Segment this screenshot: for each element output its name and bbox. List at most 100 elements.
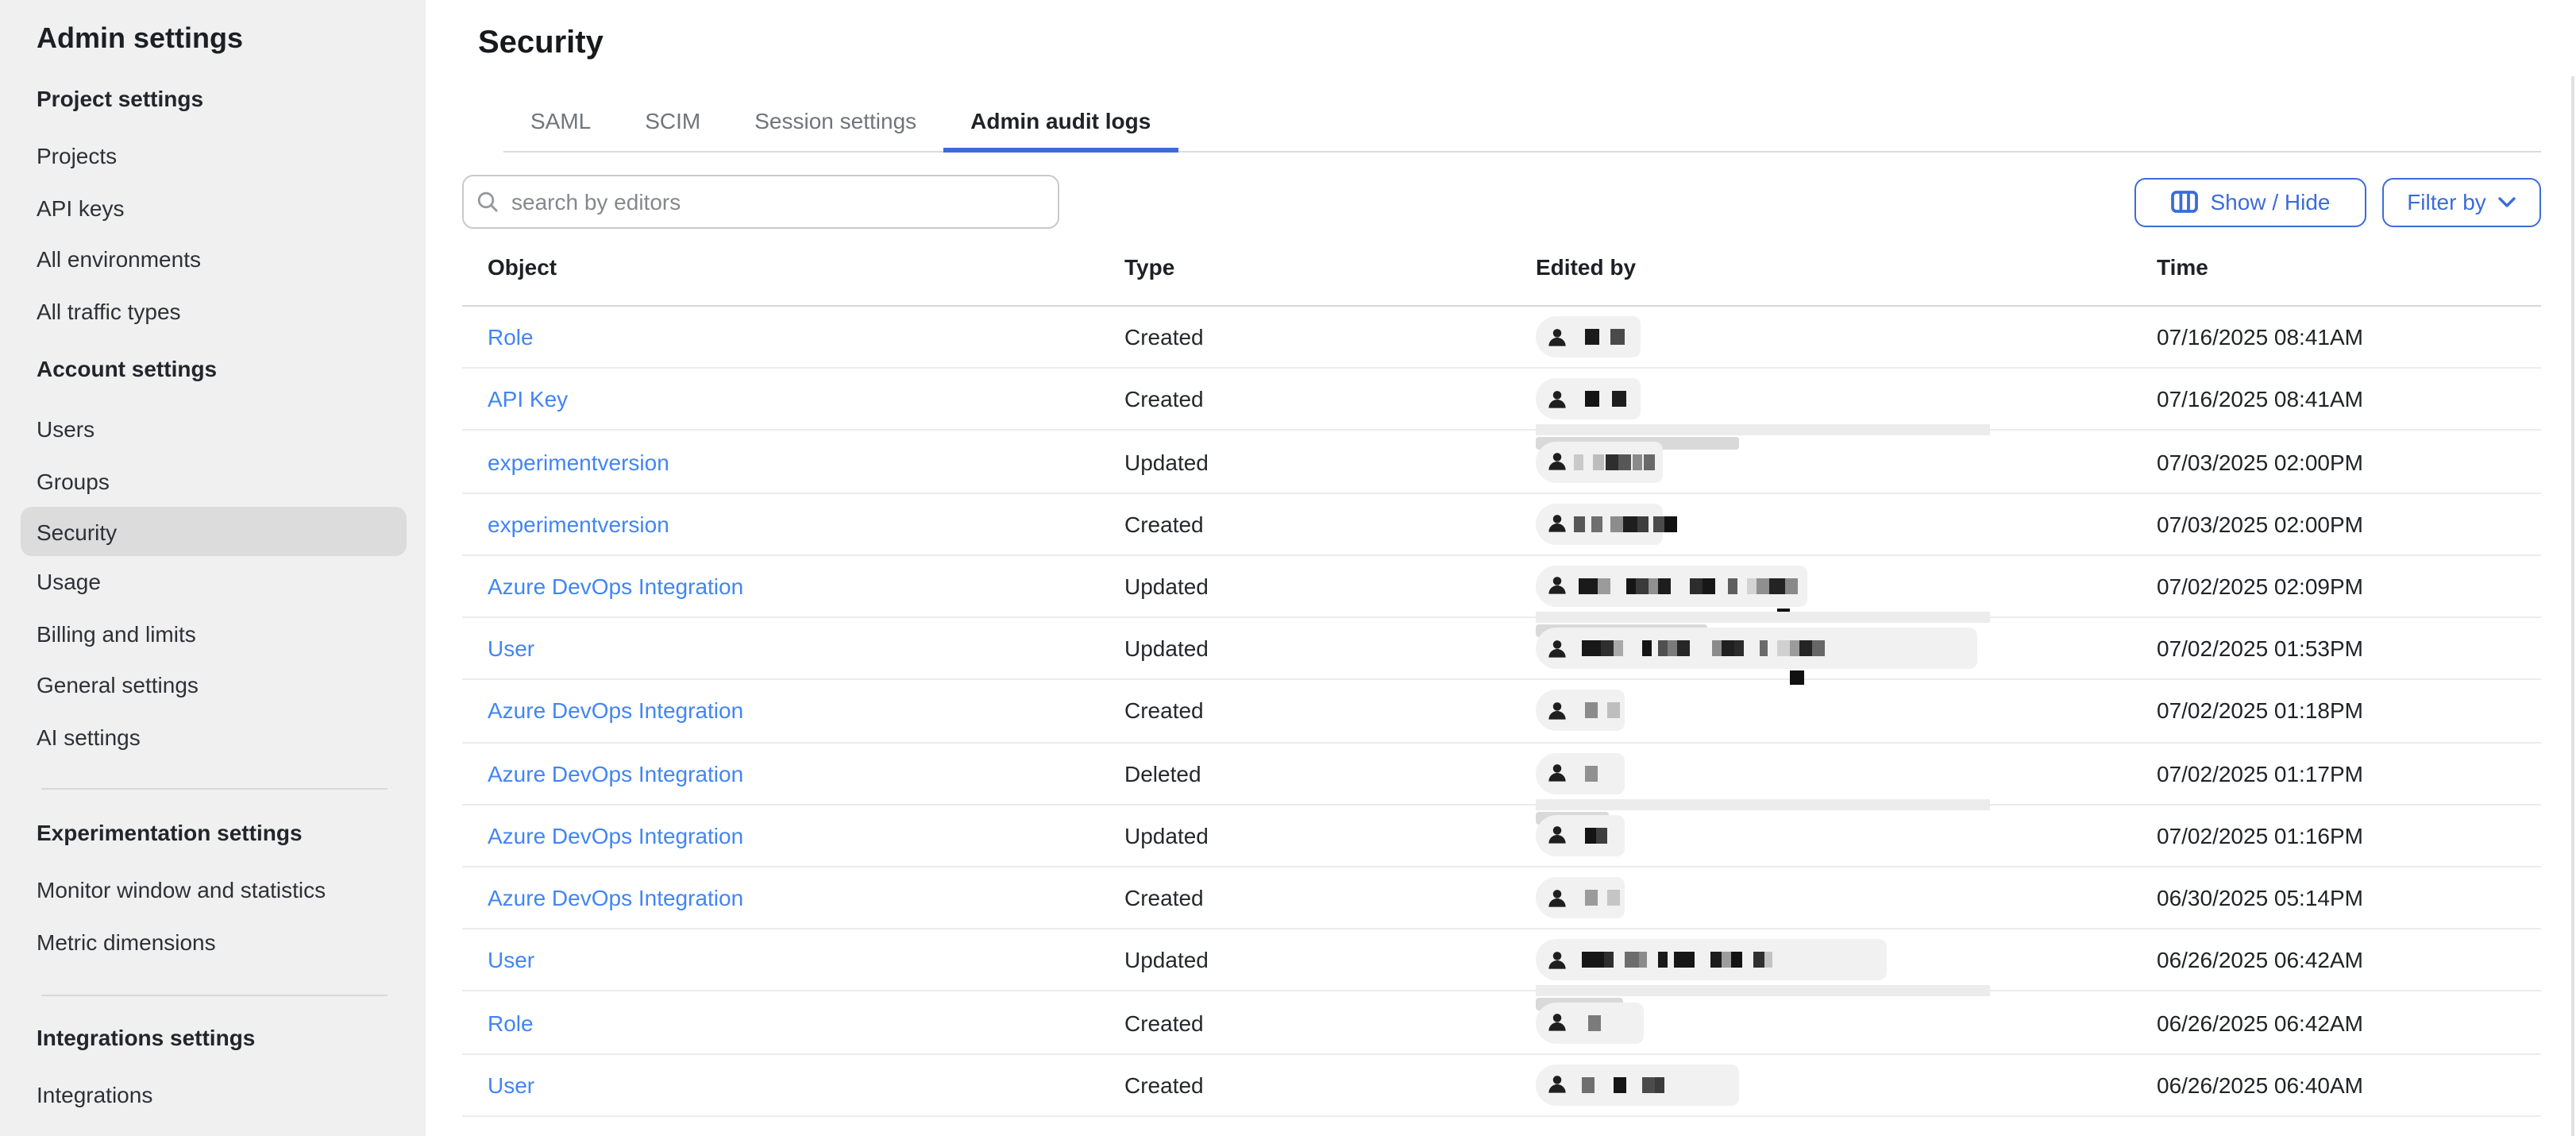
redaction-block — [1585, 703, 1598, 719]
redaction-block — [1677, 640, 1690, 656]
redaction-block — [1747, 578, 1757, 594]
redacted-text-bar — [1536, 799, 1990, 810]
type-cell: Created — [1124, 324, 1536, 350]
columns-icon — [2171, 191, 2198, 213]
sidebar-item-ai-settings[interactable]: AI settings — [21, 711, 407, 763]
redaction-block — [1757, 578, 1769, 594]
object-link[interactable]: Role — [488, 324, 534, 350]
redaction-block — [1731, 952, 1742, 968]
person-icon — [1545, 761, 1569, 785]
object-cell: Azure DevOps Integration — [462, 574, 1124, 599]
redaction-block — [1728, 578, 1737, 594]
sidebar-item-groups[interactable]: Groups — [21, 455, 407, 507]
editor-chip — [1536, 566, 1807, 607]
person-icon — [1545, 636, 1569, 660]
search-input[interactable] — [508, 187, 1045, 216]
column-header-type: Type — [1124, 254, 1536, 280]
redaction-block — [1610, 516, 1623, 532]
redaction-block — [1664, 516, 1677, 532]
sidebar-item-general-settings[interactable]: General settings — [21, 659, 407, 711]
show-hide-button[interactable]: Show / Hide — [2134, 177, 2366, 226]
column-header-edited-by: Edited by — [1536, 229, 2157, 305]
editor-chip — [1536, 815, 1625, 856]
edited-by-cell — [1536, 867, 2157, 928]
admin-settings-page: Admin settings Project settingsProjectsA… — [0, 0, 2576, 1136]
edited-by-cell — [1536, 307, 2157, 367]
object-link[interactable]: Azure DevOps Integration — [488, 823, 743, 848]
table-row: Azure DevOps IntegrationCreated07/02/202… — [462, 681, 2541, 743]
sidebar-item-usage[interactable]: Usage — [21, 556, 407, 608]
object-link[interactable]: Azure DevOps Integration — [488, 574, 743, 599]
filter-by-label: Filter by — [2407, 189, 2486, 214]
type-cell: Updated — [1124, 948, 1536, 973]
toolbar-actions: Show / Hide Filter by — [2134, 177, 2541, 226]
redaction-block — [1785, 578, 1798, 594]
time-cell: 07/02/2025 01:16PM — [2157, 823, 2541, 848]
redaction-block — [1712, 640, 1722, 656]
table-row: Azure DevOps IntegrationUpdated07/02/202… — [462, 806, 2541, 867]
search-icon — [476, 191, 499, 213]
person-icon — [1545, 824, 1569, 848]
chevron-down-icon — [2499, 196, 2516, 207]
sidebar-item-billing-and-limits[interactable]: Billing and limits — [21, 608, 407, 659]
sidebar-section-account-settings: Account settingsUsersGroupsSecurityUsage… — [37, 353, 397, 763]
sidebar-item-monitor-window-and-statistics[interactable]: Monitor window and statistics — [21, 864, 407, 916]
sidebar-item-list: ProjectsAPI keysAll environmentsAll traf… — [37, 130, 397, 337]
tab-admin-audit-logs[interactable]: Admin audit logs — [943, 94, 1178, 153]
redaction-block — [1582, 952, 1604, 968]
redaction-block — [1582, 640, 1601, 656]
object-link[interactable]: Azure DevOps Integration — [488, 698, 743, 724]
sidebar-item-all-traffic-types[interactable]: All traffic types — [21, 285, 407, 337]
time-cell: 07/03/2025 02:00PM — [2157, 449, 2541, 474]
sidebar-item-users[interactable]: Users — [21, 404, 407, 455]
object-link[interactable]: User — [488, 1072, 534, 1097]
table-row: Azure DevOps IntegrationUpdated07/02/202… — [462, 556, 2541, 618]
edited-by-cell — [1536, 369, 2157, 429]
redaction-block — [1722, 640, 1734, 656]
object-cell: Azure DevOps Integration — [462, 760, 1124, 786]
editor-chip — [1536, 316, 1641, 357]
object-link[interactable]: experimentversion — [488, 512, 669, 537]
object-link[interactable]: experimentversion — [488, 449, 669, 474]
object-link[interactable]: User — [488, 948, 534, 973]
redaction-block — [1585, 329, 1599, 345]
table-row: RoleCreated07/16/2025 08:41AM — [462, 307, 2541, 369]
time-cell: 07/02/2025 01:53PM — [2157, 636, 2541, 661]
sidebar-section-project-settings: Project settingsProjectsAPI keysAll envi… — [37, 83, 397, 337]
sidebar-item-metric-dimensions[interactable]: Metric dimensions — [21, 916, 407, 968]
object-link[interactable]: Role — [488, 1010, 534, 1035]
sidebar-item-security[interactable]: Security — [21, 507, 407, 556]
filter-by-button[interactable]: Filter by — [2382, 177, 2541, 226]
object-link[interactable]: Azure DevOps Integration — [488, 885, 743, 910]
time-cell: 07/02/2025 02:09PM — [2157, 574, 2541, 599]
redaction-block — [1625, 952, 1639, 968]
redaction-block — [1812, 640, 1825, 656]
sidebar-item-list: UsersGroupsSecurityUsageBilling and limi… — [37, 404, 397, 763]
time-cell: 07/02/2025 01:18PM — [2157, 698, 2541, 724]
person-icon — [1545, 574, 1569, 598]
scrollbar[interactable] — [2570, 76, 2574, 1136]
sidebar-item-api-keys[interactable]: API keys — [21, 182, 407, 234]
tab-saml[interactable]: SAML — [503, 94, 618, 153]
object-cell: Azure DevOps Integration — [462, 823, 1124, 848]
sidebar-section-heading: Integrations settings — [37, 1022, 397, 1053]
redaction-block — [1606, 454, 1618, 469]
object-link[interactable]: Azure DevOps Integration — [488, 760, 743, 786]
editor-chip — [1536, 379, 1641, 420]
sidebar-title: Admin settings — [37, 19, 397, 57]
sidebar-item-integrations[interactable]: Integrations — [21, 1069, 407, 1121]
search-box[interactable] — [462, 175, 1059, 229]
tab-scim[interactable]: SCIM — [618, 94, 727, 153]
tab-session-settings[interactable]: Session settings — [727, 94, 943, 153]
sidebar-item-all-environments[interactable]: All environments — [21, 234, 407, 285]
person-icon — [1545, 1072, 1569, 1096]
type-cell: Created — [1124, 1010, 1536, 1035]
time-cell: 06/30/2025 05:14PM — [2157, 885, 2541, 910]
edited-by-cell — [1536, 743, 2157, 803]
sidebar-item-projects[interactable]: Projects — [21, 130, 407, 182]
type-cell: Created — [1124, 387, 1536, 412]
time-cell: 06/26/2025 06:42AM — [2157, 948, 2541, 973]
object-link[interactable]: API Key — [488, 387, 568, 412]
object-link[interactable]: User — [488, 636, 534, 661]
editor-chip — [1536, 1002, 1644, 1043]
